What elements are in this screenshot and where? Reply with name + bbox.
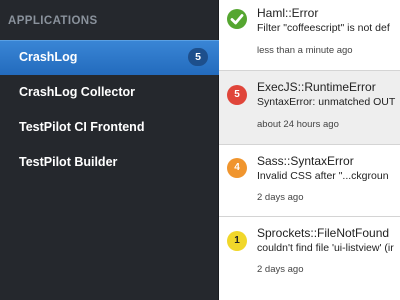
app-list: CrashLog 5 CrashLog Collector TestPilot … xyxy=(0,40,219,180)
applications-heading: APPLICATIONS xyxy=(8,15,98,27)
app-item-label: CrashLog Collector xyxy=(19,85,135,99)
sidebar: APPLICATIONS CrashLog 5 CrashLog Collect… xyxy=(0,0,219,300)
error-timestamp: 2 days ago xyxy=(257,192,304,203)
error-item[interactable]: Haml::Error Filter "coffeescript" is not… xyxy=(219,0,400,71)
error-message: SyntaxError: unmatched OUT xyxy=(257,96,396,108)
app-item-label: TestPilot CI Frontend xyxy=(19,120,145,134)
error-item[interactable]: 1 Sprockets::FileNotFound couldn't find … xyxy=(219,217,400,300)
error-count-badge: 5 xyxy=(188,48,208,66)
error-timestamp: 2 days ago xyxy=(257,264,304,275)
error-timestamp: less than a minute ago xyxy=(257,45,353,56)
app-item-crashlog[interactable]: CrashLog 5 xyxy=(0,40,219,75)
error-item[interactable]: 5 ExecJS::RuntimeError SyntaxError: unma… xyxy=(219,71,400,145)
app-item-testpilot-builder[interactable]: TestPilot Builder xyxy=(0,145,219,180)
app-item-label: TestPilot Builder xyxy=(19,155,118,169)
error-title: ExecJS::RuntimeError xyxy=(257,80,376,94)
error-message: couldn't find file 'ui-listview' (ir xyxy=(257,242,394,254)
count-badge-icon: 4 xyxy=(227,158,247,178)
error-title: Sass::SyntaxError xyxy=(257,154,354,168)
app-item-label: CrashLog xyxy=(19,50,78,64)
app-item-crashlog-collector[interactable]: CrashLog Collector xyxy=(0,75,219,110)
error-title: Sprockets::FileNotFound xyxy=(257,226,390,240)
error-list: Haml::Error Filter "coffeescript" is not… xyxy=(219,0,400,300)
checkmark-icon xyxy=(227,9,247,29)
app-item-testpilot-ci-frontend[interactable]: TestPilot CI Frontend xyxy=(0,110,219,145)
error-title: Haml::Error xyxy=(257,6,319,20)
error-message: Invalid CSS after "...ckgroun xyxy=(257,170,389,182)
error-item[interactable]: 4 Sass::SyntaxError Invalid CSS after ".… xyxy=(219,145,400,217)
error-timestamp: about 24 hours ago xyxy=(257,119,339,130)
count-badge-icon: 5 xyxy=(227,85,247,105)
error-message: Filter "coffeescript" is not def xyxy=(257,22,390,34)
count-badge-icon: 1 xyxy=(227,231,247,251)
